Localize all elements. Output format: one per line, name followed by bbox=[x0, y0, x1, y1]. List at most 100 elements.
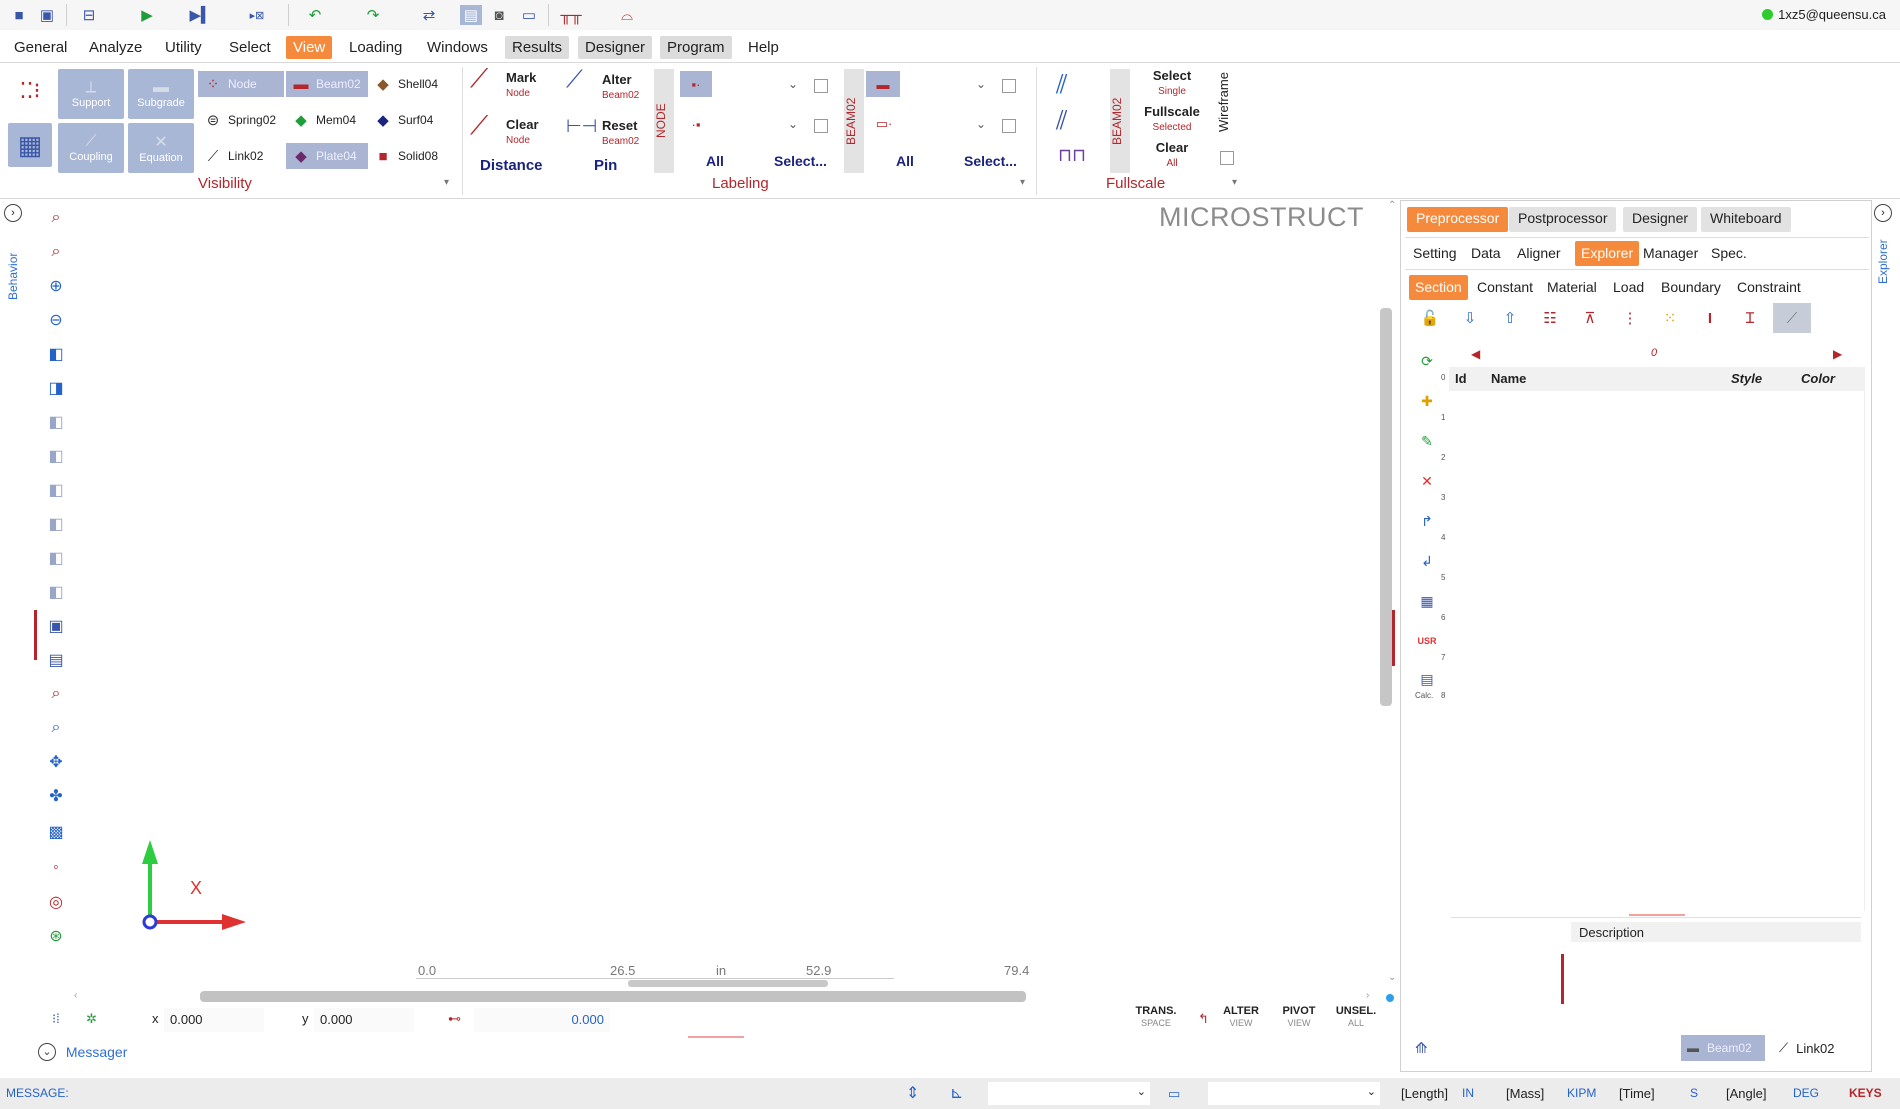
solid08-visibility-toggle[interactable]: ■ Solid08 bbox=[372, 143, 454, 169]
unselect-all-button[interactable]: UNSEL. ALL bbox=[1330, 1005, 1382, 1029]
scroll-up-icon[interactable]: ⌃ bbox=[1388, 200, 1396, 211]
rotate-icon[interactable]: ✤ bbox=[44, 784, 68, 808]
usr-button[interactable]: USR bbox=[1417, 631, 1437, 651]
beam-label-combo-1[interactable]: ⌄ bbox=[906, 77, 986, 99]
view-right-icon[interactable]: ◧ bbox=[44, 478, 68, 502]
edit-icon[interactable]: ✎ bbox=[1417, 431, 1437, 451]
node-label-checkbox-2[interactable] bbox=[814, 119, 828, 133]
small-marker-icon[interactable]: ◦ bbox=[44, 856, 68, 880]
x-coordinate-field[interactable]: 0.000 bbox=[164, 1008, 264, 1032]
mem04-visibility-toggle[interactable]: ◆ Mem04 bbox=[290, 107, 370, 133]
view-top-icon[interactable]: ◧ bbox=[44, 512, 68, 536]
page-prev-icon[interactable]: ◀ bbox=[1471, 347, 1480, 361]
scroll-down-icon[interactable]: ⌄ bbox=[1388, 972, 1396, 983]
split-icon[interactable]: ⊼ bbox=[1575, 303, 1605, 333]
zoom-window-icon[interactable]: ⌕ bbox=[44, 240, 68, 264]
pan-icon[interactable]: ✥ bbox=[44, 750, 68, 774]
plate04-visibility-toggle[interactable]: ◆ Plate04 bbox=[286, 143, 368, 169]
column-header-name[interactable]: Name bbox=[1491, 371, 1526, 386]
menu-view[interactable]: View bbox=[286, 36, 333, 59]
support-toggle[interactable]: ⟂ Support bbox=[58, 69, 124, 119]
user-account[interactable]: 1xz5@queensu.ca bbox=[1778, 7, 1886, 22]
scroll-right-icon[interactable]: › bbox=[1366, 990, 1369, 1001]
save-as-icon[interactable]: ▣ bbox=[36, 5, 58, 25]
node-label-select-button[interactable]: Select... bbox=[774, 153, 827, 169]
view-bottom-icon[interactable]: ◧ bbox=[44, 546, 68, 570]
tab-material[interactable]: Material bbox=[1541, 275, 1603, 300]
zoom-out-icon[interactable]: ⊖ bbox=[44, 308, 68, 332]
view-custom-icon[interactable]: ◧ bbox=[44, 580, 68, 604]
redo-icon[interactable]: ↷ bbox=[362, 5, 384, 25]
tab-constant[interactable]: Constant bbox=[1471, 275, 1539, 300]
window-icon[interactable]: ▭ bbox=[518, 5, 540, 25]
wireframe-checkbox[interactable] bbox=[1220, 151, 1234, 165]
tab-constraint[interactable]: Constraint bbox=[1731, 275, 1807, 300]
beam-label-style-2[interactable]: ▭· bbox=[868, 111, 900, 137]
tab-load[interactable]: Load bbox=[1607, 275, 1650, 300]
axes-icon[interactable]: ⊾ bbox=[950, 1083, 963, 1103]
view-left-icon[interactable]: ◧ bbox=[44, 444, 68, 468]
menu-designer[interactable]: Designer bbox=[578, 36, 653, 59]
page-next-icon[interactable]: ▶ bbox=[1833, 347, 1842, 361]
add-icon[interactable]: ✚ bbox=[1417, 391, 1437, 411]
node-label-combo-2[interactable]: ⌄ bbox=[718, 117, 798, 139]
fullscale-select-single-button[interactable]: Select Single bbox=[1140, 69, 1204, 99]
tab-explorer[interactable]: Explorer bbox=[1575, 241, 1640, 266]
globe-icon[interactable]: ⊛ bbox=[44, 924, 68, 948]
beam-label-checkbox-1[interactable] bbox=[1002, 79, 1016, 93]
i-beam-outline-icon[interactable]: Ɪ bbox=[1735, 303, 1765, 333]
labeling-expand-icon[interactable]: ▾ bbox=[1020, 177, 1025, 188]
menu-program[interactable]: Program bbox=[660, 36, 732, 59]
grid-points-icon[interactable]: ⁚⁚⁝ bbox=[10, 71, 50, 111]
line-element-icon[interactable]: ⟋ bbox=[1773, 303, 1811, 333]
spring02-visibility-toggle[interactable]: ⊜ Spring02 bbox=[202, 107, 284, 133]
display-icon[interactable]: ▩ bbox=[44, 820, 68, 844]
dashed-list-icon[interactable]: ⋮ bbox=[1615, 303, 1645, 333]
menu-select[interactable]: Select bbox=[222, 36, 278, 59]
tab-manager[interactable]: Manager bbox=[1637, 241, 1704, 266]
tab-spec[interactable]: Spec. bbox=[1705, 241, 1753, 266]
clear-node-button[interactable]: ⟋ Clear Node bbox=[470, 112, 554, 148]
undo-icon[interactable]: ↶ bbox=[304, 5, 326, 25]
section-table-body[interactable] bbox=[1449, 391, 1865, 911]
menu-help[interactable]: Help bbox=[741, 36, 786, 59]
swap-icon[interactable]: ⇄ bbox=[418, 5, 440, 25]
view-front-icon[interactable]: ◨ bbox=[44, 376, 68, 400]
calculator-icon[interactable]: ▤ bbox=[1417, 669, 1437, 689]
time-unit-value[interactable]: S bbox=[1690, 1086, 1698, 1100]
length-unit-value[interactable]: IN bbox=[1462, 1086, 1474, 1100]
tab-whiteboard[interactable]: Whiteboard bbox=[1701, 207, 1791, 232]
tab-data[interactable]: Data bbox=[1465, 241, 1507, 266]
menu-analyze[interactable]: Analyze bbox=[82, 36, 149, 59]
tab-postprocessor[interactable]: Postprocessor bbox=[1509, 207, 1617, 232]
model-viewport[interactable]: MICROSTRUCT X 0.0 26.5 in 52.9 79.4 ‹ › … bbox=[74, 200, 1396, 1002]
save-icon[interactable]: ■ bbox=[8, 5, 30, 25]
translate-space-button[interactable]: TRANS. SPACE bbox=[1128, 1005, 1184, 1029]
zoom-previous-icon[interactable]: ⌕ bbox=[44, 682, 68, 706]
grid-toggle-button[interactable]: ▦ bbox=[8, 123, 52, 167]
table-icon[interactable]: ▦ bbox=[1417, 591, 1437, 611]
scroll-left-icon[interactable]: ‹ bbox=[74, 990, 77, 1001]
camera-icon[interactable]: ◙ bbox=[488, 5, 510, 25]
fullscale-selected-button[interactable]: Fullscale Selected bbox=[1140, 105, 1204, 135]
screenshot-icon[interactable]: ▤ bbox=[44, 648, 68, 672]
menu-utility[interactable]: Utility bbox=[158, 36, 209, 59]
zoom-search-icon[interactable]: ⌕ bbox=[44, 206, 68, 230]
i-beam-icon[interactable]: I bbox=[1695, 303, 1725, 333]
frame-icon[interactable]: ╥╥ bbox=[560, 5, 582, 25]
run-icon[interactable]: ▶ bbox=[136, 5, 158, 25]
refresh-icon[interactable]: ⟳ bbox=[1417, 351, 1437, 371]
pivot-view-button[interactable]: PIVOT VIEW bbox=[1274, 1005, 1324, 1029]
tab-setting[interactable]: Setting bbox=[1407, 241, 1463, 266]
tab-section[interactable]: Section bbox=[1409, 275, 1468, 300]
forward-icon[interactable]: ↱ bbox=[1417, 511, 1437, 531]
beam-label-combo-2[interactable]: ⌄ bbox=[906, 117, 986, 139]
tab-preprocessor[interactable]: Preprocessor bbox=[1407, 207, 1509, 232]
mark-node-button[interactable]: ⟋ Mark Node bbox=[470, 65, 554, 101]
fullscale-view-1-icon[interactable]: ⫽ bbox=[1056, 69, 1068, 101]
grid-dots-icon[interactable]: ⁙ bbox=[1655, 303, 1685, 333]
scale-slider[interactable] bbox=[628, 980, 828, 987]
return-icon[interactable]: ↲ bbox=[1417, 551, 1437, 571]
alter-view-button[interactable]: ALTER VIEW bbox=[1216, 1005, 1266, 1029]
pin-button[interactable]: Pin bbox=[594, 157, 617, 174]
